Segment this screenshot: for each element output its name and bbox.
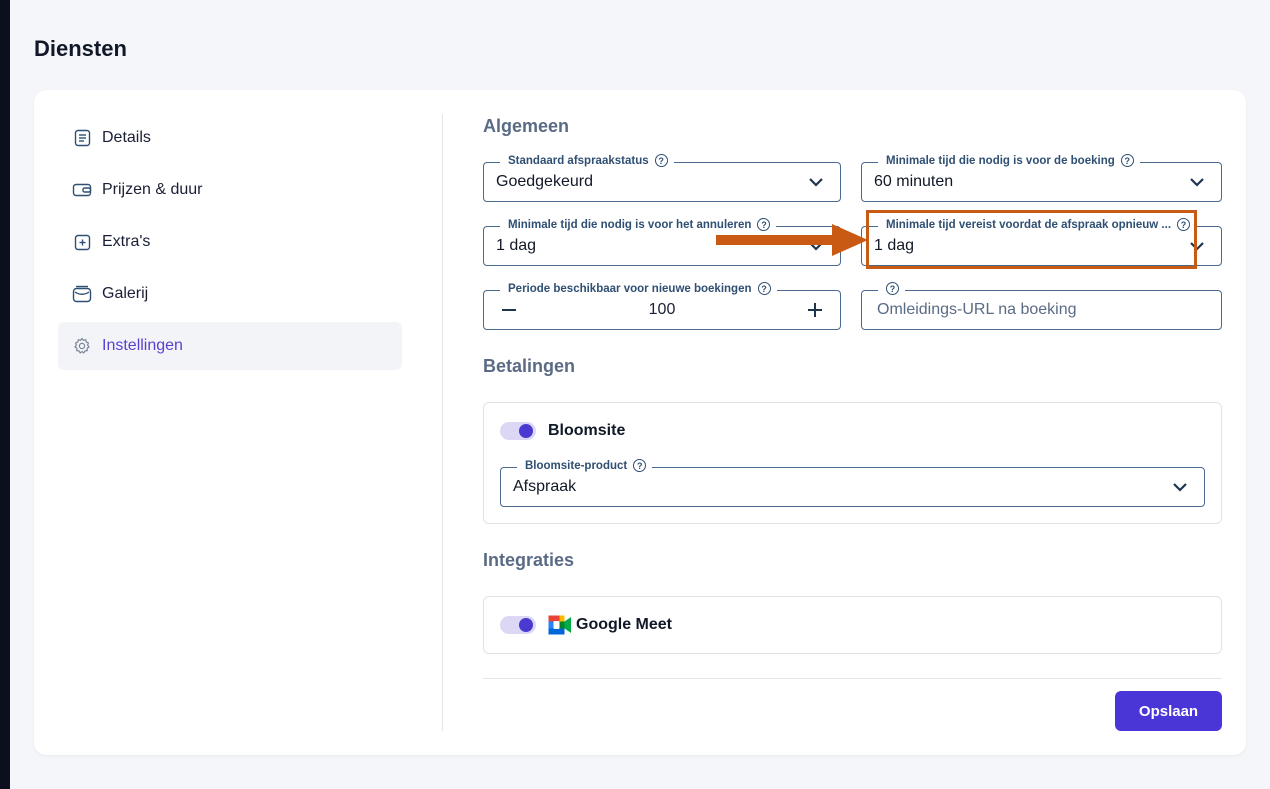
bloomsite-toggle[interactable] (500, 422, 536, 440)
min-booking-label: Minimale tijd die nodig is voor de boeki… (878, 154, 1140, 167)
plus-icon (808, 303, 822, 317)
sidebar-item-settings[interactable]: Instellingen (58, 322, 402, 370)
min-reschedule-label-text: Minimale tijd vereist voordat de afspraa… (886, 218, 1172, 231)
sidebar-item-label: Prijzen & duur (102, 181, 203, 198)
google-meet-box: Google Meet (483, 596, 1222, 654)
bloomsite-product-label-text: Bloomsite-product (525, 459, 628, 472)
bloomsite-product-label: Bloomsite-product ? (517, 459, 653, 472)
gear-icon (72, 336, 92, 356)
help-icon[interactable]: ? (1177, 218, 1191, 231)
min-reschedule-label: Minimale tijd vereist voordat de afspraa… (878, 218, 1197, 231)
bloomsite-title: Bloomsite (548, 422, 626, 439)
section-title-integrations: Integraties (483, 550, 575, 570)
plus-square-icon (72, 232, 92, 252)
google-meet-toggle[interactable] (500, 616, 536, 634)
chevron-down-icon (1173, 483, 1187, 492)
min-reschedule-select[interactable]: Minimale tijd vereist voordat de afspraa… (861, 218, 1222, 266)
help-icon[interactable]: ? (654, 154, 668, 167)
status-label-text: Standaard afspraakstatus (508, 154, 649, 167)
status-select[interactable]: Standaard afspraakstatus ? Goedgekeurd (483, 154, 841, 202)
min-reschedule-value: 1 dag (874, 237, 915, 254)
min-booking-label-text: Minimale tijd die nodig is voor de boeki… (886, 154, 1115, 167)
sidebar-item-label: Details (102, 129, 151, 146)
sidebar-item-extras[interactable]: Extra's (58, 218, 402, 266)
increment-button[interactable] (804, 299, 826, 321)
status-value: Goedgekeurd (496, 173, 593, 190)
chevron-down-icon (1190, 242, 1204, 251)
sidebar-item-label: Extra's (102, 233, 151, 250)
status-label: Standaard afspraakstatus ? (500, 154, 674, 167)
help-icon[interactable]: ? (886, 282, 899, 295)
vertical-divider (442, 114, 443, 731)
min-booking-value: 60 minuten (874, 173, 954, 190)
toggle-knob (519, 618, 533, 632)
save-button[interactable]: Opslaan (1115, 691, 1222, 731)
sidebar: Details Prijzen & duur Extra's Galerij I… (58, 114, 402, 374)
period-stepper[interactable]: Periode beschikbaar voor nieuwe boekinge… (483, 282, 841, 330)
help-icon[interactable]: ? (757, 282, 771, 295)
redirect-url-placeholder: Omleidings-URL na boeking (877, 301, 1077, 318)
sidebar-item-details[interactable]: Details (58, 114, 402, 162)
wallet-icon (72, 180, 92, 200)
page-title: Diensten (34, 36, 127, 61)
section-title-general: Algemeen (483, 116, 570, 136)
sidebar-item-label: Instellingen (102, 337, 183, 354)
help-icon[interactable]: ? (1120, 154, 1134, 167)
redirect-url-field[interactable]: ? Omleidings-URL na boeking (861, 282, 1222, 330)
chevron-down-icon (1190, 178, 1204, 187)
period-label-text: Periode beschikbaar voor nieuwe boekinge… (508, 282, 752, 295)
settings-card: Details Prijzen & duur Extra's Galerij I… (34, 90, 1246, 755)
redirect-url-label: ? (878, 282, 905, 295)
window-edge (0, 0, 10, 789)
google-meet-title: Google Meet (576, 616, 673, 633)
min-cancel-label-text: Minimale tijd die nodig is voor het annu… (508, 218, 752, 231)
min-cancel-label: Minimale tijd die nodig is voor het annu… (500, 218, 777, 231)
min-cancel-value: 1 dag (496, 237, 537, 254)
help-icon[interactable]: ? (757, 218, 771, 231)
chevron-down-icon (809, 242, 823, 251)
bloomsite-payment-box: Bloomsite Bloomsite-product ? Afspraak (483, 402, 1222, 524)
section-title-payments: Betalingen (483, 356, 576, 376)
footer-divider (483, 678, 1222, 679)
sidebar-item-prices[interactable]: Prijzen & duur (58, 166, 402, 214)
gallery-icon (72, 284, 92, 304)
bloomsite-product-select[interactable]: Bloomsite-product ? Afspraak (500, 459, 1205, 507)
google-meet-icon (548, 615, 571, 635)
help-icon[interactable]: ? (633, 459, 647, 472)
sidebar-item-gallery[interactable]: Galerij (58, 270, 402, 318)
sidebar-item-label: Galerij (102, 285, 149, 302)
document-icon (72, 128, 92, 148)
chevron-down-icon (809, 178, 823, 187)
period-value[interactable]: 100 (484, 301, 840, 319)
bloomsite-product-value: Afspraak (513, 478, 577, 495)
period-label: Periode beschikbaar voor nieuwe boekinge… (500, 282, 777, 295)
toggle-knob (519, 424, 533, 438)
min-booking-select[interactable]: Minimale tijd die nodig is voor de boeki… (861, 154, 1222, 202)
min-cancel-select[interactable]: Minimale tijd die nodig is voor het annu… (483, 218, 841, 266)
